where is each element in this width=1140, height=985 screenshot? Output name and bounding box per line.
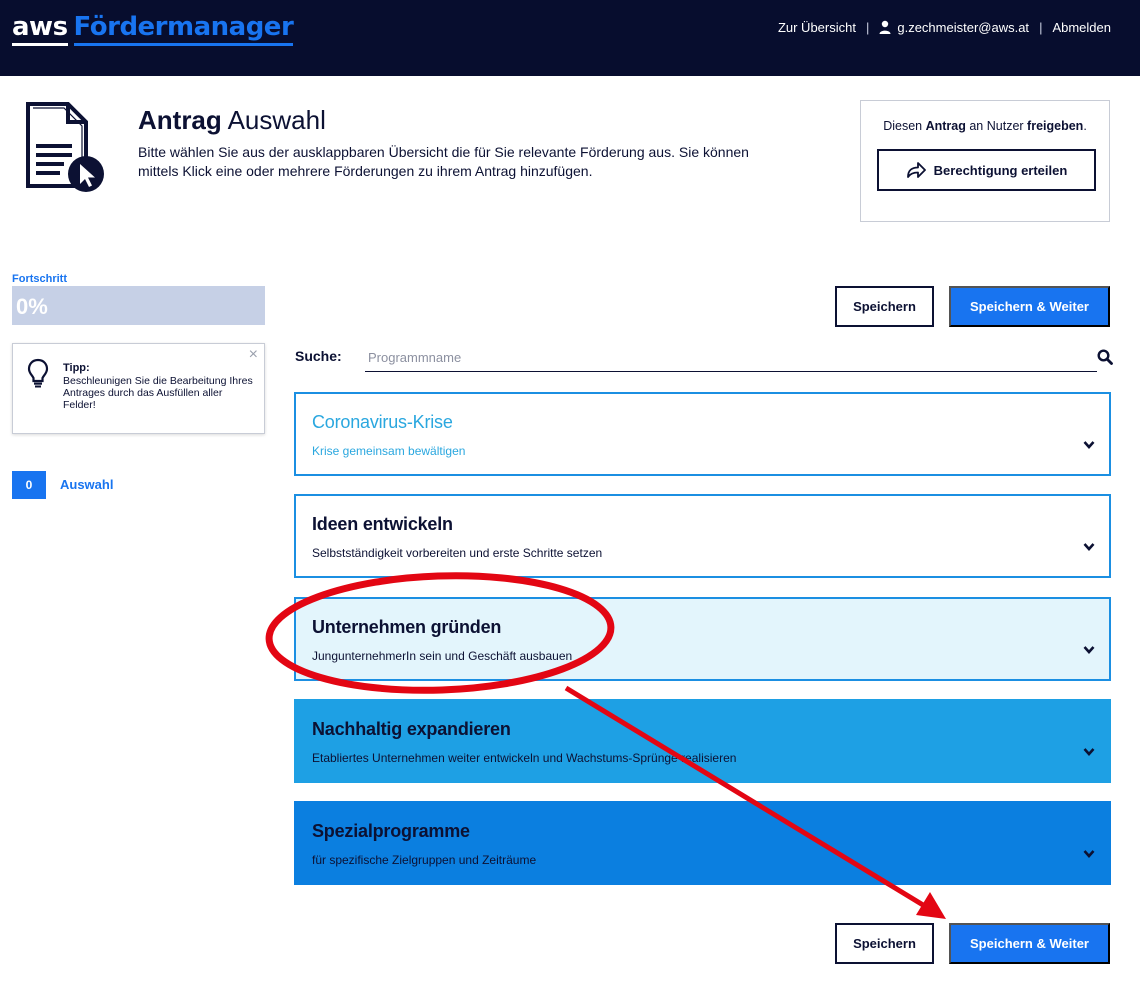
user-email: g.zechmeister@aws.at [897, 20, 1030, 35]
category-card-ideen[interactable]: Ideen entwickeln Selbstständigkeit vorbe… [294, 494, 1111, 578]
logo-aws-text: aws [12, 12, 68, 46]
category-card-coronavirus[interactable]: Coronavirus-Krise Krise gemeinsam bewält… [294, 392, 1111, 476]
grant-permission-button[interactable]: Berechtigung erteilen [877, 149, 1096, 191]
progress-bar: 0% [12, 286, 265, 325]
save-next-button-bottom[interactable]: Speichern & Weiter [949, 923, 1110, 964]
nav-separator: | [865, 20, 870, 35]
share-arrow-icon [906, 162, 926, 178]
share-text-bold-antrag: Antrag [925, 119, 966, 133]
step-label-auswahl[interactable]: Auswahl [60, 477, 113, 492]
category-title: Ideen entwickeln [312, 514, 453, 534]
share-text-bold-freigeben: freigeben [1027, 119, 1084, 133]
nav-separator: | [1039, 20, 1043, 35]
chevron-down-icon[interactable] [1083, 542, 1095, 552]
save-button-bottom[interactable]: Speichern [835, 923, 934, 964]
category-title: Coronavirus-Krise [312, 412, 453, 432]
category-card-expandieren[interactable]: Nachhaltig expandieren Etabliertes Unter… [294, 699, 1111, 783]
chevron-down-icon[interactable] [1083, 747, 1095, 757]
category-title: Spezialprogramme [312, 821, 470, 841]
page-title: Antrag Auswahl [138, 105, 326, 136]
document-cursor-icon [26, 102, 104, 192]
save-next-button-top[interactable]: Speichern & Weiter [949, 286, 1110, 327]
tip-text: Beschleunigen Sie die Bearbeitung Ihres … [63, 375, 253, 411]
share-text: Diesen Antrag an Nutzer freigeben. [861, 119, 1109, 133]
tip-box: × Tipp: Beschleunigen Sie die Bearbeitun… [12, 343, 265, 434]
search-input[interactable] [365, 344, 1097, 372]
page-title-rest: Auswahl [227, 105, 326, 135]
logo-product-text: Fördermanager [73, 12, 294, 46]
search-label: Suche: [295, 348, 342, 364]
page-title-bold: Antrag [138, 105, 222, 135]
category-subtitle: Etabliertes Unternehmen weiter entwickel… [312, 751, 737, 765]
search-icon[interactable] [1097, 349, 1113, 365]
chevron-down-icon[interactable] [1083, 440, 1095, 450]
logout-link[interactable]: Abmelden [1052, 20, 1111, 35]
top-navigation-bar: aws Fördermanager Zur Übersicht | g.zechm… [0, 0, 1140, 76]
progress-value: 0% [16, 294, 48, 319]
user-icon [879, 20, 891, 34]
category-subtitle: JungunternehmerIn sein und Geschäft ausb… [312, 649, 573, 663]
lightbulb-icon [27, 358, 49, 388]
grant-permission-label: Berechtigung erteilen [933, 162, 1068, 178]
category-subtitle: Selbstständigkeit vorbereiten und erste … [312, 546, 603, 560]
category-card-spezialprogramme[interactable]: Spezialprogramme für spezifische Zielgru… [294, 801, 1111, 885]
chevron-down-icon[interactable] [1083, 849, 1095, 859]
category-subtitle: Krise gemeinsam bewältigen [312, 444, 466, 458]
share-application-box: Diesen Antrag an Nutzer freigeben. Berec… [860, 100, 1110, 222]
share-text-mid: an Nutzer [969, 119, 1024, 133]
category-subtitle: für spezifische Zielgruppen und Zeiträum… [312, 853, 537, 867]
tip-title: Tipp: [63, 362, 90, 374]
chevron-down-icon[interactable] [1083, 645, 1095, 655]
aws-logo[interactable]: aws Fördermanager [12, 12, 294, 46]
tip-close-icon[interactable]: × [249, 346, 258, 364]
category-title: Nachhaltig expandieren [312, 719, 511, 739]
progress-label: Fortschritt [12, 273, 67, 285]
share-text-prefix: Diesen [883, 119, 923, 133]
category-card-gruenden[interactable]: Unternehmen gründen JungunternehmerIn se… [294, 597, 1111, 681]
share-text-suffix: . [1083, 119, 1087, 133]
save-button-top[interactable]: Speichern [835, 286, 934, 327]
top-nav-links: Zur Übersicht | g.zechmeister@aws.at | A… [778, 20, 1111, 35]
category-title: Unternehmen gründen [312, 617, 502, 637]
annotation-arrow-head [916, 892, 946, 919]
page-description: Bitte wählen Sie aus der ausklappbaren Ü… [138, 144, 749, 179]
overview-link[interactable]: Zur Übersicht [778, 20, 856, 35]
user-account-link[interactable]: g.zechmeister@aws.at [879, 20, 1029, 35]
step-number-badge[interactable]: 0 [12, 471, 46, 499]
